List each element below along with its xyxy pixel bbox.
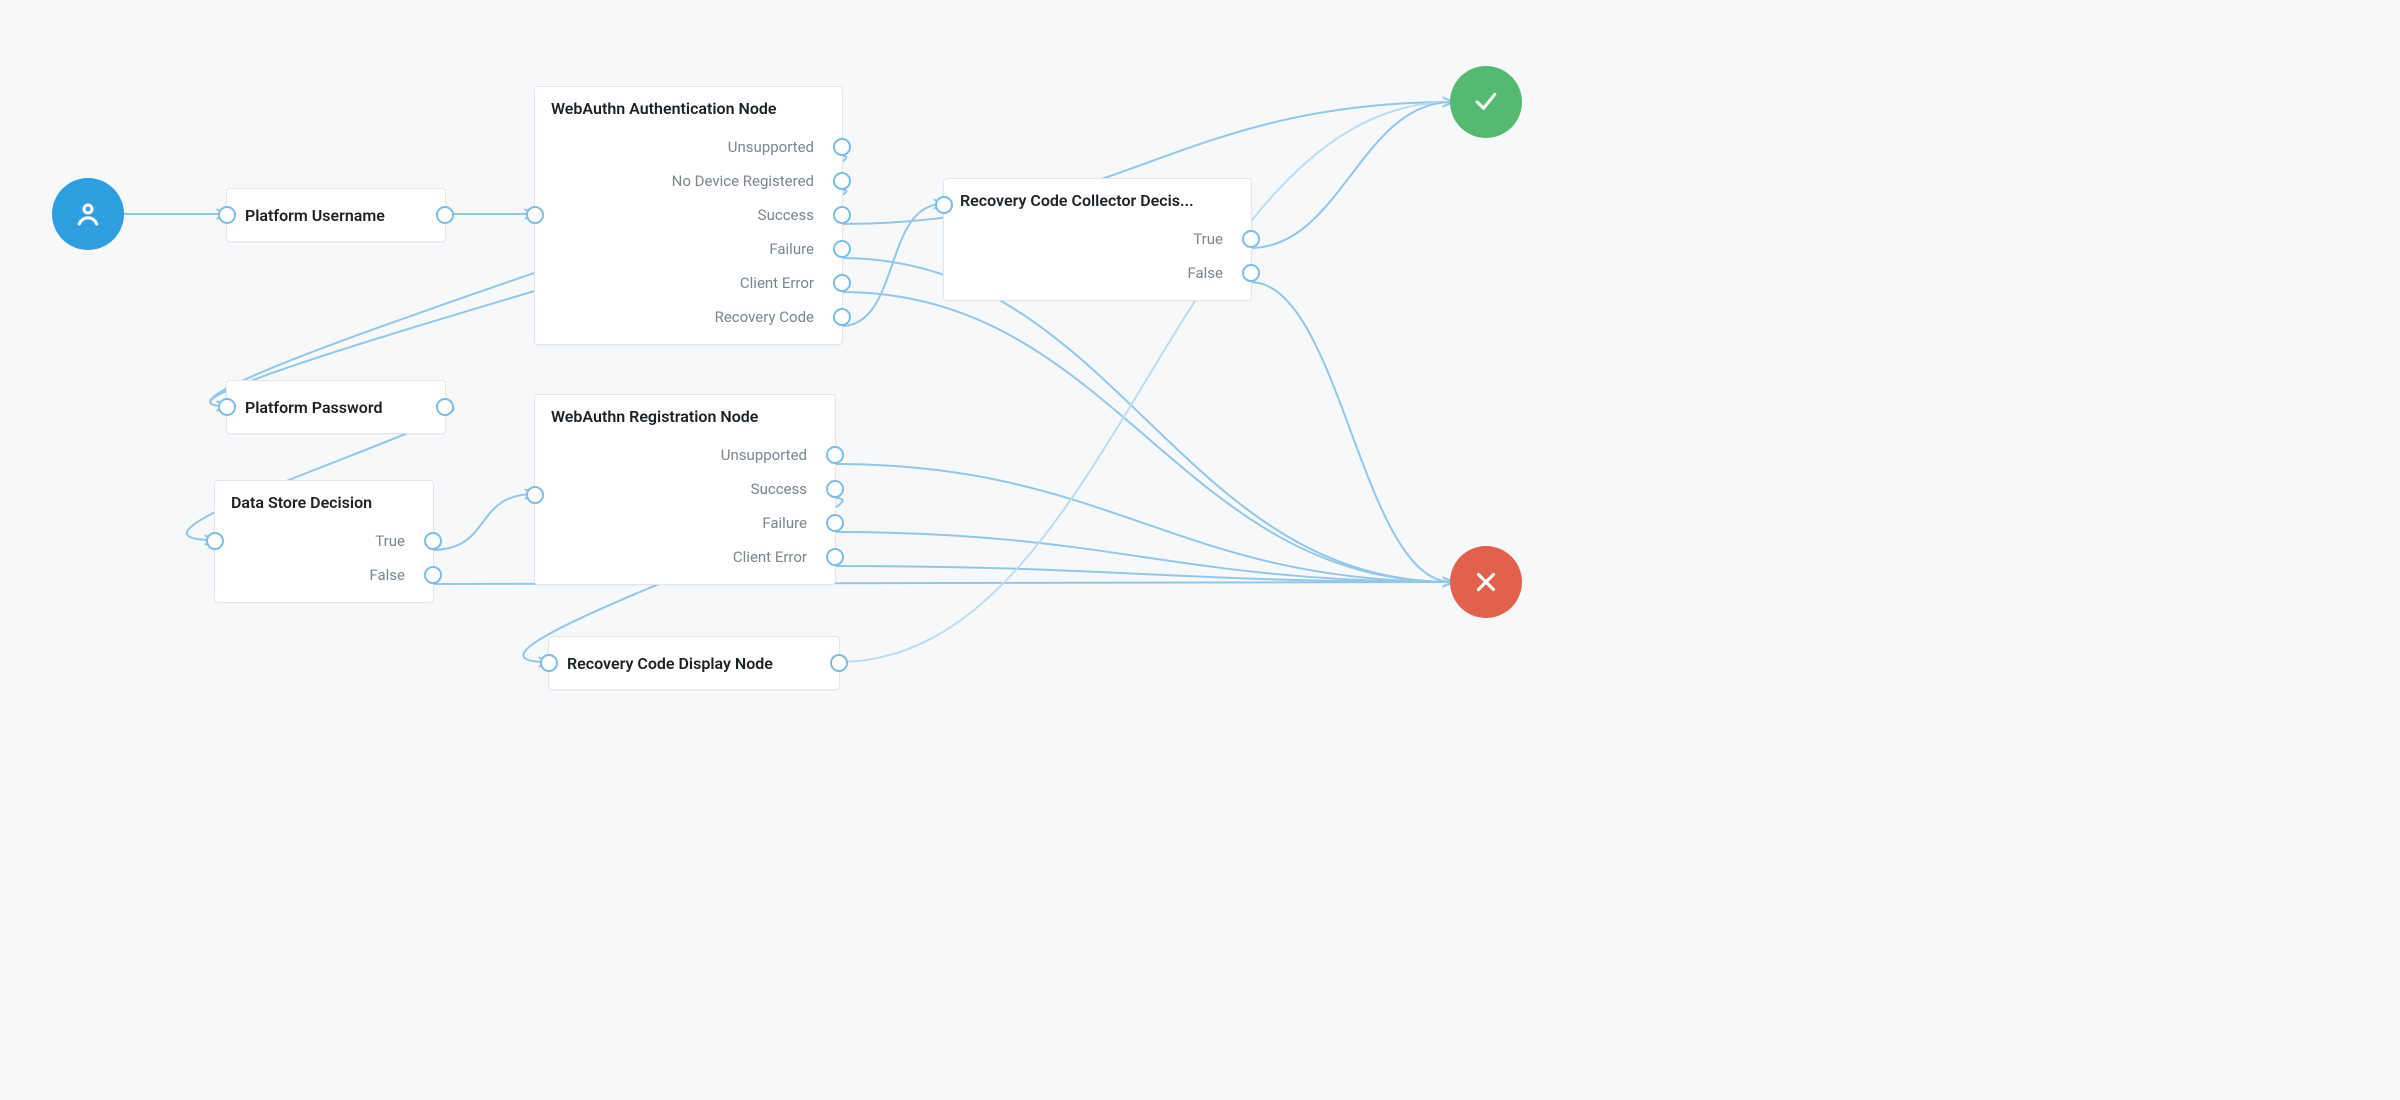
node-data-store-decision[interactable]: Data Store Decision True False	[214, 480, 434, 603]
output-port[interactable]	[826, 480, 844, 498]
node-recovery-code-collector[interactable]: Recovery Code Collector Decis... True Fa…	[943, 178, 1252, 301]
connection	[834, 532, 1452, 582]
output-port[interactable]	[833, 172, 851, 190]
output-success[interactable]: Success	[535, 472, 835, 506]
input-port[interactable]	[218, 206, 236, 224]
output-port[interactable]	[436, 206, 454, 224]
outputs: Unsupported Success Failure Client Error	[535, 438, 835, 584]
outputs: True False	[944, 222, 1251, 300]
node-platform-password[interactable]: Platform Password	[226, 380, 446, 434]
output-failure[interactable]: Failure	[535, 232, 842, 266]
outputs: Unsupported No Device Registered Success…	[535, 130, 842, 344]
output-false[interactable]: False	[944, 256, 1251, 290]
output-client-error[interactable]: Client Error	[535, 540, 835, 574]
output-port[interactable]	[1242, 230, 1260, 248]
input-port[interactable]	[540, 654, 558, 672]
connection	[834, 566, 1452, 582]
output-port[interactable]	[424, 566, 442, 584]
output-port[interactable]	[826, 514, 844, 532]
start-node[interactable]	[52, 178, 124, 250]
connection	[1250, 282, 1452, 582]
outputs: True False	[215, 524, 433, 602]
check-icon	[1471, 87, 1501, 117]
connection	[841, 204, 943, 326]
output-port[interactable]	[424, 532, 442, 550]
output-recovery-code[interactable]: Recovery Code	[535, 300, 842, 334]
output-port[interactable]	[826, 446, 844, 464]
node-platform-username[interactable]: Platform Username	[226, 188, 446, 242]
connection	[841, 258, 1452, 582]
node-title: Recovery Code Display Node	[549, 640, 803, 687]
node-webauthn-registration[interactable]: WebAuthn Registration Node Unsupported S…	[534, 394, 836, 585]
output-failure[interactable]: Failure	[535, 506, 835, 540]
output-client-error[interactable]: Client Error	[535, 266, 842, 300]
output-port[interactable]	[1242, 264, 1260, 282]
output-unsupported[interactable]: Unsupported	[535, 438, 835, 472]
connection	[1250, 102, 1452, 248]
node-title: Platform Password	[227, 384, 412, 431]
output-no-device[interactable]: No Device Registered	[535, 164, 842, 198]
output-false[interactable]: False	[215, 558, 433, 592]
output-unsupported[interactable]: Unsupported	[535, 130, 842, 164]
output-port[interactable]	[830, 654, 848, 672]
output-port[interactable]	[833, 138, 851, 156]
node-title: Platform Username	[227, 192, 415, 239]
node-recovery-code-display[interactable]: Recovery Code Display Node	[548, 636, 840, 690]
end-success-node[interactable]	[1450, 66, 1522, 138]
node-title: WebAuthn Registration Node	[535, 395, 835, 438]
input-port[interactable]	[218, 398, 236, 416]
node-title: Recovery Code Collector Decis...	[944, 179, 1251, 222]
output-success[interactable]: Success	[535, 198, 842, 232]
x-icon	[1471, 567, 1501, 597]
output-port[interactable]	[833, 206, 851, 224]
input-port[interactable]	[935, 196, 953, 214]
node-title: Data Store Decision	[215, 481, 433, 524]
node-title: WebAuthn Authentication Node	[535, 87, 842, 130]
output-true[interactable]: True	[215, 524, 433, 558]
connection	[841, 292, 1452, 582]
output-port[interactable]	[833, 274, 851, 292]
user-icon	[73, 199, 103, 229]
output-true[interactable]: True	[944, 222, 1251, 256]
output-port[interactable]	[833, 240, 851, 258]
connection	[834, 464, 1452, 582]
end-failure-node[interactable]	[1450, 546, 1522, 618]
output-port[interactable]	[826, 548, 844, 566]
output-port[interactable]	[833, 308, 851, 326]
flow-canvas[interactable]: Platform Username WebAuthn Authenticatio…	[0, 0, 1560, 720]
output-port[interactable]	[436, 398, 454, 416]
node-webauthn-authentication[interactable]: WebAuthn Authentication Node Unsupported…	[534, 86, 843, 345]
connection	[432, 494, 534, 550]
